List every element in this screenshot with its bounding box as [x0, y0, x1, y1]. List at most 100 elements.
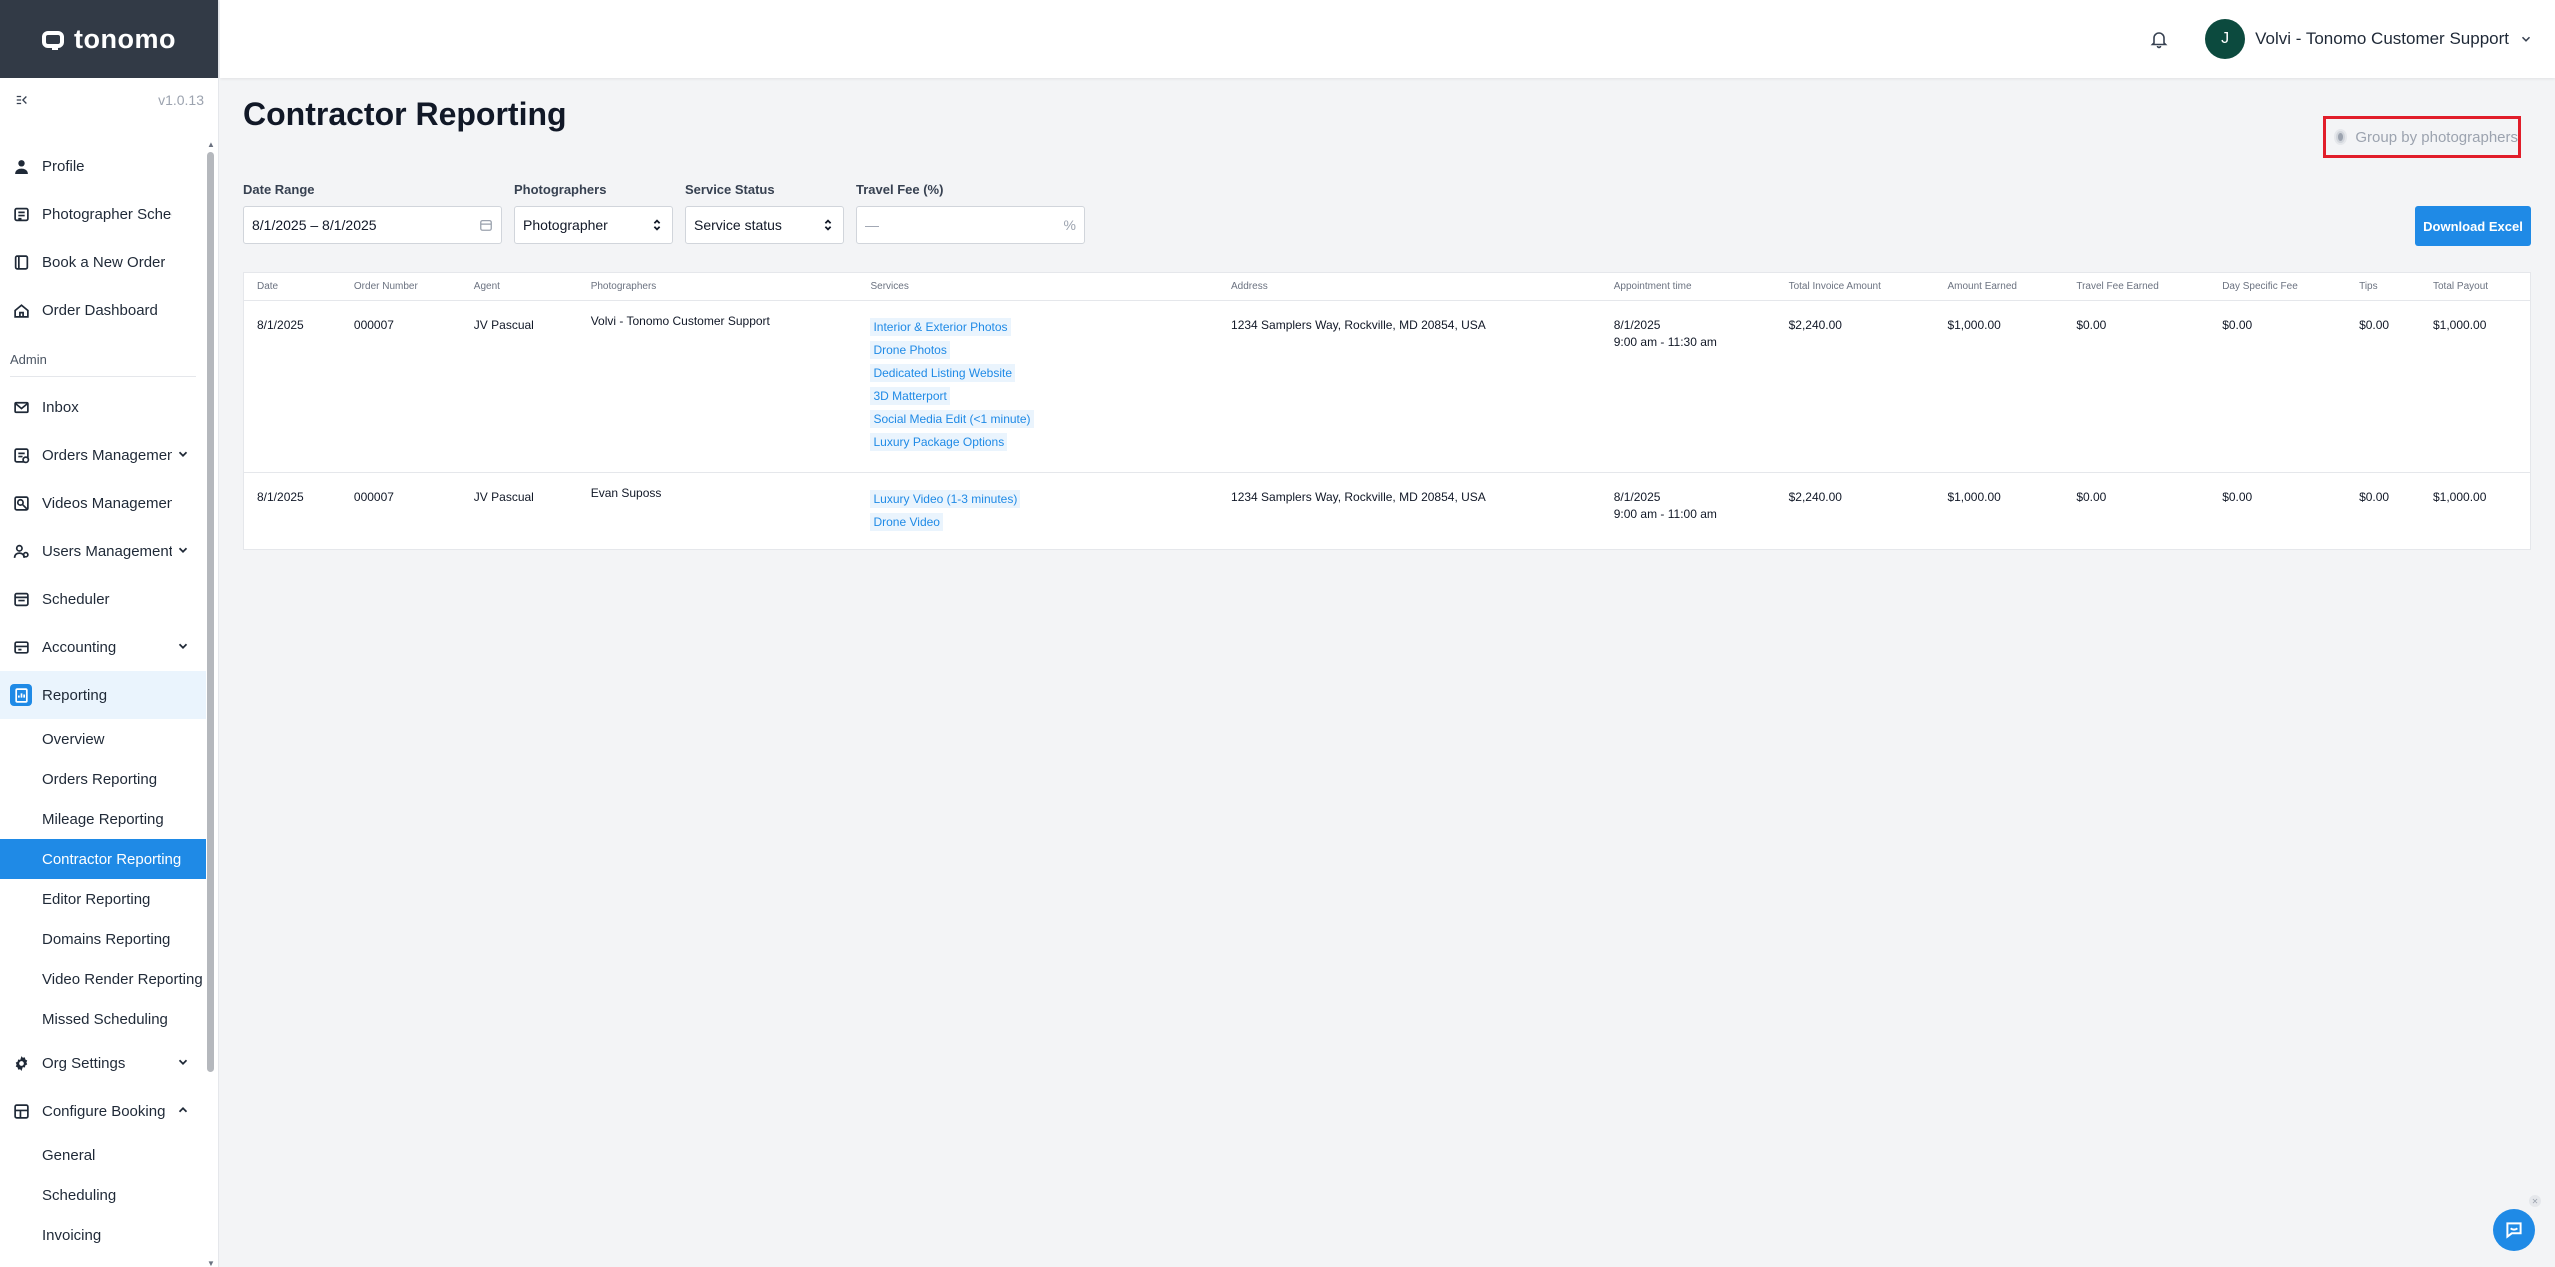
sidebar-item-label: Org Settings — [42, 1054, 126, 1072]
download-excel-button[interactable]: Download Excel — [2415, 206, 2531, 246]
sidebar-item-scheduler[interactable]: Scheduler — [0, 575, 206, 623]
sidebar-item-reporting[interactable]: Reporting — [0, 671, 206, 719]
users-icon — [12, 542, 30, 560]
bell-icon[interactable] — [2149, 29, 2169, 49]
collapse-sidebar-icon[interactable] — [10, 90, 34, 110]
toggle-label: Group by photographers — [2355, 128, 2518, 146]
sidebar-subitem-overview[interactable]: Overview — [0, 719, 206, 759]
chat-widget-button[interactable] — [2493, 1209, 2535, 1251]
column-header[interactable]: Date — [244, 273, 341, 301]
column-header[interactable]: Photographers — [577, 273, 858, 301]
select-arrows-icon — [653, 219, 661, 231]
close-chat-icon[interactable]: ✕ — [2529, 1195, 2541, 1207]
appointment-time: 9:00 am - 11:30 am — [1613, 334, 1717, 349]
sidebar-subitem-general[interactable]: General — [0, 1135, 206, 1175]
group-by-photographers-toggle[interactable]: Group by photographers — [2323, 116, 2521, 158]
service-status-filter: Service Status Service status — [685, 182, 844, 244]
user-icon — [12, 157, 30, 175]
sidebar-item-photographer-schedule[interactable]: Photographer Schedule — [0, 190, 206, 238]
configure-icon — [12, 1102, 30, 1120]
chevron-down-icon[interactable] — [176, 1055, 190, 1069]
sidebar-item-accounting[interactable]: Accounting — [0, 623, 206, 671]
chat-icon — [2506, 1222, 2522, 1239]
filter-label: Travel Fee (%) — [856, 182, 944, 197]
filter-label: Service Status — [685, 182, 775, 197]
cell-appointment: 8/1/2025 9:00 am - 11:30 am — [1600, 300, 1776, 473]
cell-address: 1234 Samplers Way, Rockville, MD 20854, … — [1231, 489, 1486, 504]
sidebar-item-users-management[interactable]: Users Management — [0, 527, 206, 575]
contractor-report-table: Date Order Number Agent Photographers Se… — [243, 272, 2531, 550]
table-row: 8/1/2025 000007 JV Pascual Volvi - Tonom… — [244, 300, 2530, 473]
sidebar-item-label: Inbox — [42, 398, 79, 416]
sidebar-item-label: Profile — [42, 157, 85, 175]
service-tag: Social Media Edit (<1 minute) — [870, 409, 1034, 428]
column-header[interactable]: Total Payout — [2420, 273, 2530, 301]
column-header[interactable]: Travel Fee Earned — [2063, 273, 2210, 301]
toggle-switch[interactable] — [2336, 131, 2346, 143]
date-range-value: 8/1/2025 – 8/1/2025 — [252, 217, 377, 233]
column-header[interactable]: Appointment time — [1600, 273, 1776, 301]
brand-logo[interactable]: tonomo — [0, 0, 218, 78]
sidebar-subitem-mileage-reporting[interactable]: Mileage Reporting — [0, 799, 206, 839]
home-icon — [12, 301, 30, 319]
photographers-select[interactable]: Photographer — [514, 206, 673, 244]
column-header[interactable]: Day Specific Fee — [2209, 273, 2347, 301]
travel-fee-input[interactable]: — % — [856, 206, 1085, 244]
date-range-input[interactable]: 8/1/2025 – 8/1/2025 — [243, 206, 502, 244]
sidebar-subitem-video-render-reporting[interactable]: Video Render Reporting — [0, 959, 206, 999]
scroll-thumb[interactable] — [207, 152, 214, 1072]
sidebar-item-org-settings[interactable]: Org Settings — [0, 1039, 206, 1087]
column-header[interactable]: Total Invoice Amount — [1775, 273, 1935, 301]
chevron-down-icon[interactable] — [176, 543, 190, 557]
column-header[interactable]: Address — [1218, 273, 1601, 301]
sidebar-subitem-scheduling[interactable]: Scheduling — [0, 1175, 206, 1215]
sidebar-item-orders-management[interactable]: Orders Management — [0, 431, 206, 479]
sidebar-item-label: Accounting — [42, 638, 117, 656]
user-name[interactable]: Volvi - Tonomo Customer Support — [2255, 29, 2509, 49]
sidebar-item-inbox[interactable]: Inbox — [0, 383, 206, 431]
cell-total-payout: $1,000.00 — [2420, 300, 2530, 473]
sidebar-subitem-contractor-reporting[interactable]: Contractor Reporting — [0, 839, 206, 879]
filter-label: Date Range — [243, 182, 315, 197]
calendar-icon[interactable] — [479, 218, 493, 232]
brand-name: tonomo — [74, 23, 176, 54]
cell-appointment: 8/1/2025 9:00 am - 11:00 am — [1601, 472, 1776, 549]
sidebar-item-label: Photographer Schedule — [42, 205, 172, 223]
book-icon — [12, 253, 30, 271]
sidebar-subitem-domains-reporting[interactable]: Domains Reporting — [0, 919, 206, 959]
appointment-time: 9:00 am - 11:00 am — [1613, 506, 1717, 521]
photographers-filter: Photographers Photographer — [514, 182, 673, 244]
sidebar-scrollbar[interactable]: ▲ ▼ — [207, 141, 215, 1267]
travel-fee-filter: Travel Fee (%) — % — [856, 182, 1085, 244]
column-header[interactable]: Amount Earned — [1934, 273, 2064, 301]
column-header[interactable]: Tips — [2346, 273, 2420, 301]
sidebar-subitem-missed-scheduling[interactable]: Missed Scheduling — [0, 999, 206, 1039]
chevron-down-icon[interactable] — [2519, 32, 2533, 46]
sidebar-subitem-invoicing[interactable]: Invoicing — [0, 1215, 206, 1255]
sidebar-subitem-editor-reporting[interactable]: Editor Reporting — [0, 879, 206, 919]
scroll-down-icon[interactable]: ▼ — [207, 1260, 215, 1267]
sidebar: tonomo v1.0.13 Profile Photographer Sche… — [0, 0, 219, 1267]
column-header[interactable]: Order Number — [340, 273, 461, 301]
cell-date: 8/1/2025 — [257, 489, 304, 504]
cell-travel-fee: $0.00 — [2063, 300, 2210, 473]
sidebar-item-book-new-order[interactable]: Book a New Order — [0, 238, 206, 286]
column-header[interactable]: Agent — [460, 273, 578, 301]
sidebar-item-videos-management[interactable]: Videos Management — [0, 479, 206, 527]
service-status-select[interactable]: Service status — [685, 206, 844, 244]
sidebar-subitem-orders-reporting[interactable]: Orders Reporting — [0, 759, 206, 799]
sidebar-item-configure-booking[interactable]: Configure Booking — [0, 1087, 206, 1135]
cell-order-number: 000007 — [353, 489, 394, 504]
top-header: J Volvi - Tonomo Customer Support — [220, 0, 2555, 78]
chevron-up-icon[interactable] — [176, 1103, 190, 1117]
cell-photographer: Volvi - Tonomo Customer Support — [577, 300, 858, 473]
chevron-down-icon[interactable] — [176, 639, 190, 653]
avatar[interactable]: J — [2205, 19, 2246, 59]
cell-agent: JV Pascual — [473, 489, 534, 504]
column-header[interactable]: Services — [857, 273, 1219, 301]
chevron-down-icon[interactable] — [176, 447, 190, 461]
scroll-up-icon[interactable]: ▲ — [207, 141, 215, 149]
sidebar-item-profile[interactable]: Profile — [0, 142, 206, 190]
service-tag: Luxury Package Options — [870, 432, 1008, 451]
sidebar-item-order-dashboard[interactable]: Order Dashboard — [0, 286, 206, 334]
